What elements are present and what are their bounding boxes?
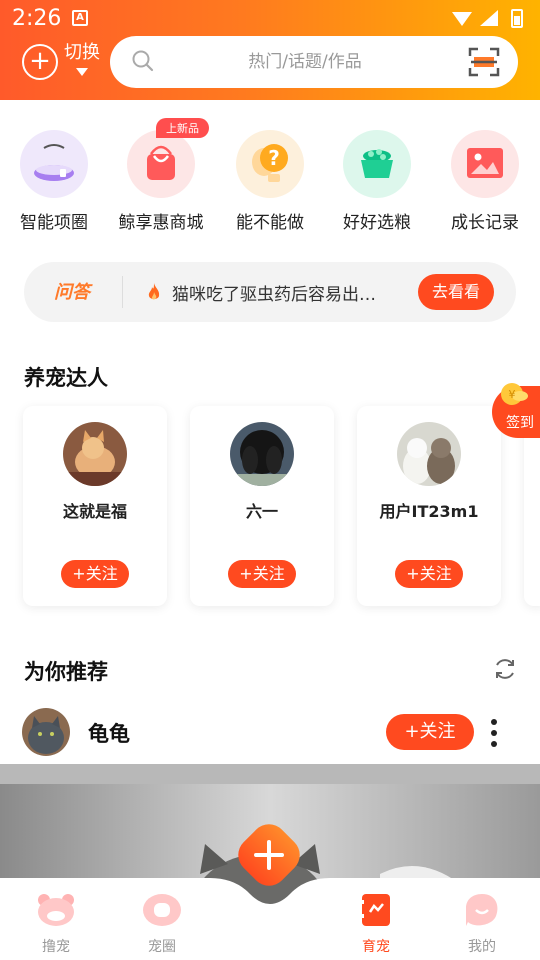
quick-entry-mall[interactable]: 鲸享惠商城 [107, 130, 215, 233]
avatar[interactable] [230, 422, 294, 486]
scan-icon[interactable] [468, 46, 500, 78]
shopping-bag-icon [127, 130, 195, 198]
nav-label: 撸宠 [42, 939, 70, 955]
new-badge: 上新品 [156, 118, 209, 138]
go-see-button[interactable]: 去看看 [418, 274, 494, 310]
avatar[interactable] [397, 422, 461, 486]
refresh-icon[interactable] [492, 656, 518, 682]
more-vertical-icon[interactable] [488, 718, 500, 748]
food-bowl-icon [343, 130, 411, 198]
fire-icon [148, 283, 160, 300]
quick-entry-label: 鲸享惠商城 [118, 213, 204, 233]
avatar[interactable] [63, 422, 127, 486]
nav-label: 育宠 [362, 939, 390, 955]
add-post-button[interactable] [230, 816, 308, 894]
expert-cards: 这就是福 +关注 六一 +关注 用户IT23m1 +关注 [0, 400, 540, 620]
expert-name: 六一 [245, 502, 278, 521]
quick-entry-growth[interactable]: 成长记录 [431, 130, 539, 233]
quick-entry-can-do[interactable]: ? 能不能做 [216, 130, 324, 233]
follow-button[interactable]: +关注 [395, 560, 463, 588]
coin-icon: ¥ [501, 383, 528, 405]
expert-name: 这就是福 [62, 502, 127, 521]
header: 2:26 A + 切换 [0, 0, 540, 100]
photo-album-icon [451, 130, 519, 198]
expert-card[interactable]: 这就是福 +关注 [23, 406, 167, 606]
checkin-label: 签到 [506, 415, 534, 431]
quick-entry-food[interactable]: 好好选粮 [323, 130, 431, 233]
follow-button[interactable]: +关注 [228, 560, 296, 588]
nav-item-raise[interactable]: 育宠 [326, 892, 426, 956]
quick-entry-label: 智能项圈 [20, 213, 88, 233]
quick-entry-label: 成长记录 [451, 213, 519, 233]
avatar[interactable] [22, 708, 70, 756]
qa-question-text: 猫咪吃了驱虫药后容易出… [172, 285, 376, 305]
qa-logo: 问答 [54, 282, 90, 303]
switch-pet-button[interactable]: + [22, 44, 58, 80]
switch-label[interactable]: 切换 [64, 38, 100, 64]
quick-entry-collar[interactable]: 智能项圈 [0, 130, 108, 233]
svg-text:?: ? [268, 146, 280, 170]
recommend-user-name[interactable]: 龟龟 [88, 718, 130, 748]
search-bar[interactable] [110, 36, 518, 88]
quick-entry-label: 能不能做 [236, 213, 304, 233]
nav-item-mine[interactable]: 我的 [432, 892, 532, 956]
checkin-button[interactable]: ¥ 签到 [492, 383, 540, 438]
question-bulb-icon: ? [236, 130, 304, 198]
status-time: 2:26 [12, 6, 62, 31]
follow-button[interactable]: +关注 [61, 560, 129, 588]
nav-label: 宠圈 [148, 939, 176, 955]
svg-text:¥: ¥ [509, 388, 516, 401]
section-title-experts: 养宠达人 [24, 366, 108, 390]
status-icons [452, 9, 523, 28]
nav-item-pet[interactable]: 撸宠 [6, 892, 106, 956]
collar-icon [20, 130, 88, 198]
notebook-icon [356, 892, 396, 928]
search-icon [132, 50, 154, 72]
section-title-recommend: 为你推荐 [24, 660, 108, 684]
quick-entry-label: 好好选粮 [343, 213, 411, 233]
nav-label: 我的 [468, 939, 496, 955]
circle-icon [142, 892, 182, 928]
notification-icon: A [72, 10, 88, 26]
chevron-down-icon[interactable] [76, 68, 88, 76]
nav-item-circle[interactable]: 宠圈 [112, 892, 212, 956]
follow-button[interactable]: +关注 [386, 714, 474, 750]
divider [122, 276, 123, 308]
status-bar: 2:26 A [0, 0, 540, 36]
quick-entries: 智能项圈 鲸享惠商城 上新品 ? 能不能做 好好选粮 成长记录 [0, 116, 540, 236]
pet-face-icon [36, 892, 76, 928]
recommend-user-row: 龟龟 +关注 [0, 706, 540, 760]
expert-card[interactable]: 六一 +关注 [190, 406, 334, 606]
expert-name: 用户IT23m1 [379, 502, 479, 521]
search-input[interactable] [170, 36, 440, 88]
profile-icon [462, 892, 502, 928]
qa-banner[interactable]: 问答 猫咪吃了驱虫药后容易出… 去看看 [24, 262, 516, 322]
expert-card[interactable]: 用户IT23m1 +关注 [357, 406, 501, 606]
